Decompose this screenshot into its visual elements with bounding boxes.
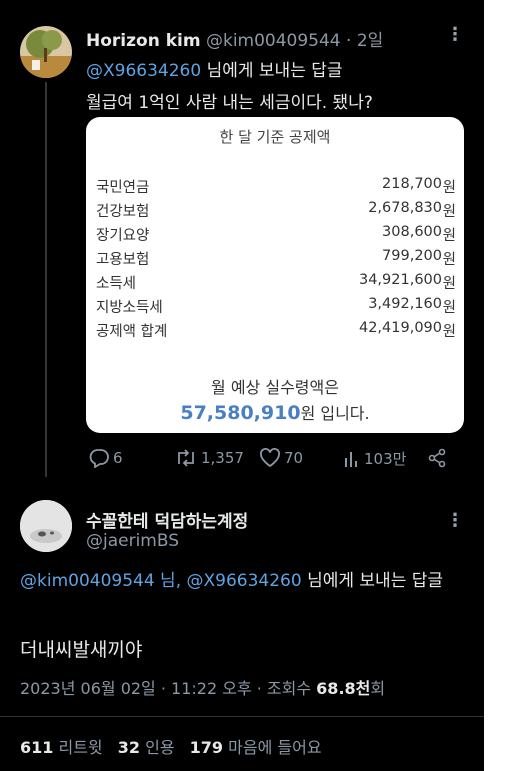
views-icon (345, 451, 357, 467)
mention-link[interactable]: @X96634260 (86, 61, 201, 81)
deduction-row: 고용보험 799,200 원 (96, 248, 456, 270)
heart-icon (260, 448, 280, 468)
view-count: 68.8천 (316, 679, 371, 698)
tweet-actions: 6 1,357 70 103만 (86, 448, 466, 474)
attached-image[interactable]: 한 달 기준 공제액 국민연금 218,700 원 건강보험 2,678,830… (86, 117, 464, 433)
row-amount: 218,700 (382, 176, 442, 192)
retweets-stat[interactable]: 611 리트윗 (20, 738, 103, 757)
reply-context-label: 님에게 보내는 답글 (301, 571, 444, 591)
like-count: 70 (284, 449, 304, 467)
reply-icon (89, 449, 109, 468)
reply-context: @kim00409544 님, @X96634260 님에게 보내는 답글 (20, 569, 460, 594)
likes-count: 179 (189, 738, 224, 757)
row-unit: 원 (442, 228, 456, 244)
handle[interactable]: @kim00409544 (206, 31, 341, 51)
row-label: 지방소득세 (96, 300, 163, 316)
views-button[interactable]: 103만 (343, 448, 406, 469)
net-pay-label: 월 예상 실수령액은 (211, 378, 339, 397)
net-pay-line: 57,580,910원 입니다. (86, 400, 464, 424)
deduction-row: 장기요양 308,600 원 (96, 224, 456, 246)
thread-connector-line (45, 82, 47, 477)
tweet-date[interactable]: 2023년 06월 02일 · 11:22 오후 · 조회수 (20, 679, 316, 698)
tweet-header: Horizon kim @kim00409544 · 2일 (86, 26, 383, 51)
net-pay-suffix: 원 입니다. (300, 404, 370, 423)
deduction-title: 한 달 기준 공제액 (219, 128, 331, 146)
deduction-row: 국민연금 218,700 원 (96, 176, 456, 198)
row-amount: 34,921,600 (358, 272, 442, 288)
more-options-icon[interactable]: ⋮ (446, 24, 464, 45)
tweet-thread-screen: Horizon kim @kim00409544 · 2일 ⋮ @X966342… (0, 0, 484, 771)
net-pay-amount: 57,580,910 (180, 402, 301, 424)
row-amount: 3,492,160 (368, 296, 442, 312)
views-count: 103만 (364, 450, 407, 468)
retweet-count: 1,357 (201, 449, 244, 467)
reply-context-label: 님에게 보내는 답글 (201, 61, 343, 81)
row-label: 소득세 (96, 276, 137, 292)
retweet-icon (178, 449, 194, 467)
deduction-row: 지방소득세 3,492,160 원 (96, 296, 456, 318)
row-label: 국민연금 (96, 180, 150, 196)
retweets-count: 611 (20, 738, 54, 757)
reply-context: @X96634260 님에게 보내는 답글 (86, 56, 343, 81)
row-unit: 원 (442, 252, 456, 268)
row-label: 건강보험 (96, 204, 150, 220)
engagement-stats: 611 리트윗 32 인용 179 마음에 들어요 (20, 734, 322, 758)
deduction-row: 건강보험 2,678,830 원 (96, 200, 456, 222)
view-count-suffix: 회 (370, 679, 386, 698)
separator: · (346, 31, 352, 51)
tweet-text: 월급여 1억인 사람 내는 세금이다. 됐나? (86, 93, 373, 113)
display-name[interactable]: Horizon kim (86, 31, 201, 51)
reply-count: 6 (113, 449, 123, 467)
quotes-count: 32 (117, 738, 141, 757)
avatar[interactable] (20, 26, 72, 78)
more-options-icon[interactable]: ⋮ (446, 510, 464, 531)
mention-links[interactable]: @kim00409544 님, @X96634260 (20, 571, 302, 591)
row-label: 공제액 합계 (96, 324, 168, 340)
avatar[interactable] (20, 500, 72, 552)
row-unit: 원 (442, 324, 456, 340)
divider (0, 716, 484, 717)
likes-stat[interactable]: 179 마음에 들어요 (190, 738, 322, 757)
quotes-label: 인용 (140, 738, 175, 757)
deduction-total-row: 공제액 합계 42,419,090 원 (96, 320, 456, 342)
row-amount: 799,200 (382, 248, 442, 264)
row-label: 고용보험 (96, 252, 150, 268)
like-button[interactable]: 70 (259, 448, 303, 468)
row-amount: 2,678,830 (368, 200, 442, 216)
tweet-text: 더내씨발새끼야 (20, 639, 143, 661)
row-amount: 308,600 (382, 224, 442, 240)
display-name[interactable]: 수꼴한테 덕담하는계정 (86, 507, 248, 532)
row-unit: 원 (442, 300, 456, 316)
retweet-button[interactable]: 1,357 (174, 448, 244, 468)
share-button[interactable] (427, 448, 447, 468)
deduction-row: 소득세 34,921,600 원 (96, 272, 456, 294)
likes-label: 마음에 들어요 (223, 738, 322, 757)
timestamp[interactable]: 2일 (357, 31, 383, 51)
share-icon (428, 448, 446, 468)
tweet-meta: 2023년 06월 02일 · 11:22 오후 · 조회수 68.8천회 (20, 675, 385, 699)
row-unit: 원 (442, 204, 456, 220)
retweets-label: 리트윗 (53, 738, 103, 757)
row-amount: 42,419,090 (358, 320, 442, 336)
reply-button[interactable]: 6 (88, 448, 123, 468)
row-unit: 원 (442, 276, 456, 292)
quotes-stat[interactable]: 32 인용 (118, 738, 175, 757)
row-label: 장기요양 (96, 228, 150, 244)
handle[interactable]: @jaerimBS (86, 531, 179, 551)
row-unit: 원 (442, 180, 456, 196)
